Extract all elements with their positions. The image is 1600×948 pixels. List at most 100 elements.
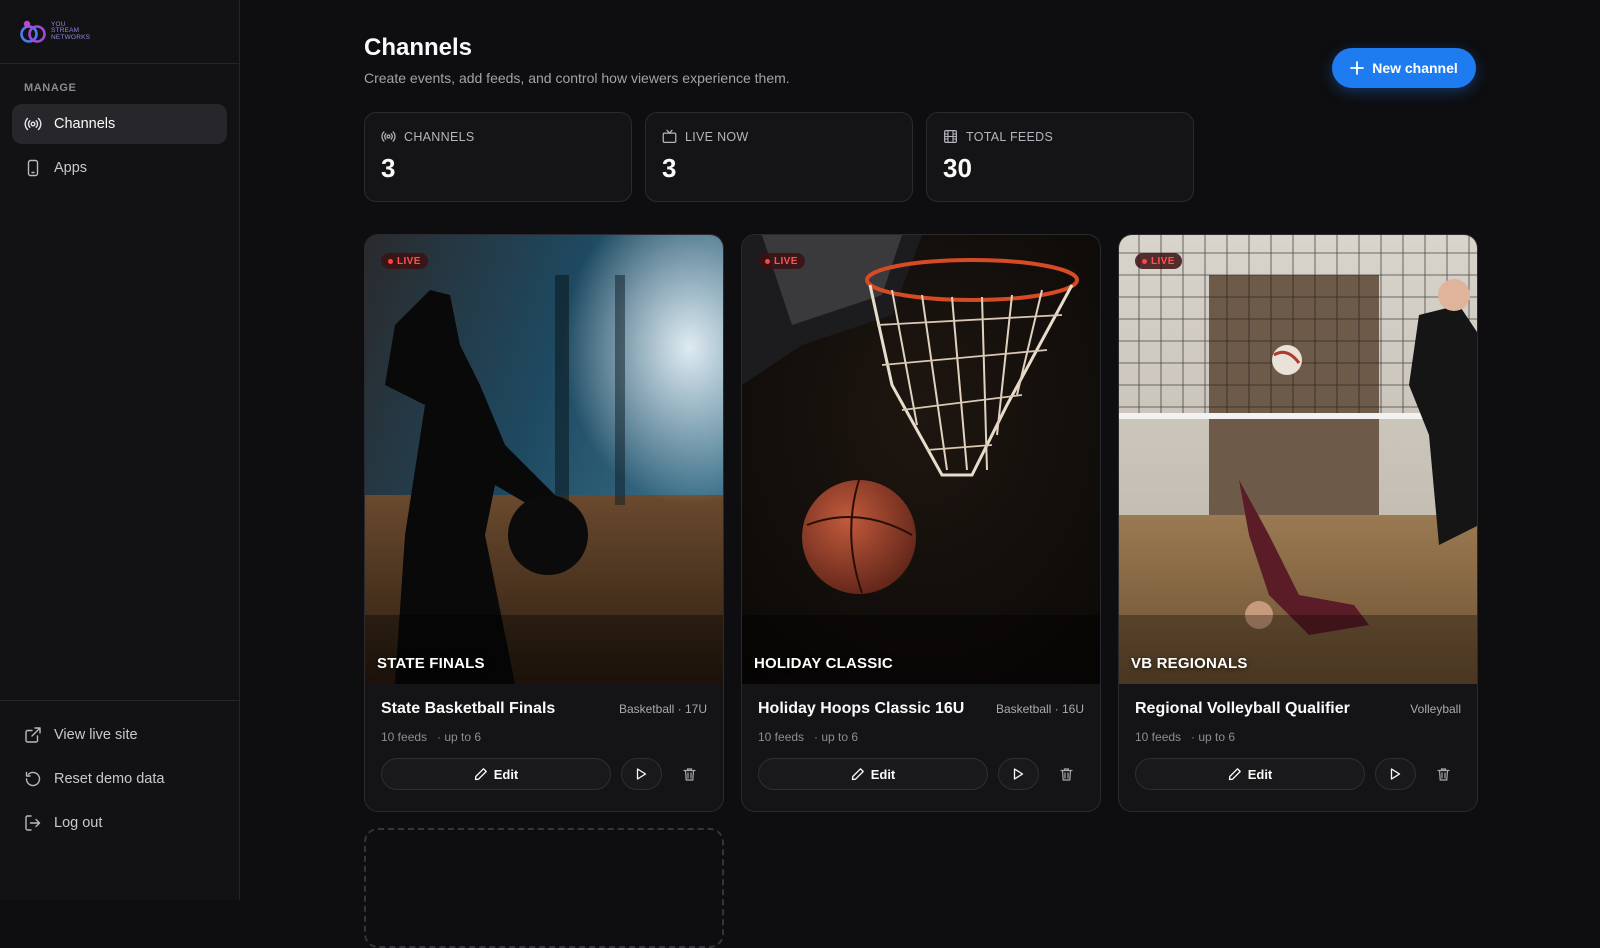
broadcast-icon xyxy=(24,117,42,131)
stats-row: CHANNELS 3 LIVE NOW 3 TOTAL FEEDS 30 xyxy=(364,112,1194,202)
live-badge: LIVE xyxy=(758,253,805,269)
delete-button[interactable] xyxy=(1049,758,1084,790)
channel-card[interactable]: LIVE VB REGIONALS Regional Volleyball Qu… xyxy=(1118,234,1478,812)
channel-name: Regional Volleyball Qualifier xyxy=(1135,700,1350,717)
main-content: Channels Create events, add feeds, and c… xyxy=(364,0,1478,948)
play-button[interactable] xyxy=(1374,758,1416,790)
sidebar-item-channels[interactable]: Channels xyxy=(12,104,227,144)
film-icon xyxy=(944,130,957,143)
basketball-player-image xyxy=(365,235,723,684)
trash-icon xyxy=(1437,767,1450,781)
page-subtitle: Create events, add feeds, and control ho… xyxy=(364,70,790,86)
new-channel-button[interactable]: New channel xyxy=(1332,48,1476,88)
new-channel-label: New channel xyxy=(1372,60,1458,76)
channel-tag: Volleyball xyxy=(1410,702,1461,716)
live-badge: LIVE xyxy=(381,253,428,269)
play-icon xyxy=(637,768,647,780)
live-dot-icon xyxy=(765,258,770,264)
tv-icon xyxy=(662,129,677,143)
delete-button[interactable] xyxy=(672,758,707,790)
sidebar-item-apps[interactable]: Apps xyxy=(12,148,227,188)
reset-icon xyxy=(25,771,41,787)
feed-limit: · up to 6 xyxy=(437,730,482,744)
channel-thumbnail[interactable]: LIVE VB REGIONALS xyxy=(1119,235,1477,684)
logo-row: YOU STREAM NETWORKS xyxy=(0,0,239,64)
brand-logo[interactable]: YOU STREAM NETWORKS xyxy=(18,19,91,45)
channel-thumbnail[interactable]: LIVE STATE FINALS xyxy=(365,235,723,684)
reset-demo-data-button[interactable]: Reset demo data xyxy=(12,759,227,799)
sidebar-item-label: Apps xyxy=(54,160,88,176)
feed-count: 10 feeds xyxy=(758,730,805,744)
sidebar-item-label: Log out xyxy=(54,815,103,831)
stat-value: 3 xyxy=(662,153,677,183)
play-button[interactable] xyxy=(620,758,662,790)
logout-icon xyxy=(25,815,41,831)
delete-button[interactable] xyxy=(1426,758,1461,790)
edit-label: Edit xyxy=(493,766,519,782)
live-badge-label: LIVE xyxy=(397,255,421,267)
card-body: Holiday Hoops Classic 16U Basketball · 1… xyxy=(742,684,1100,790)
card-meta: 10 feeds · up to 6 xyxy=(758,730,1084,744)
feed-count: 10 feeds xyxy=(1135,730,1182,744)
log-out-button[interactable]: Log out xyxy=(12,803,227,843)
pencil-icon xyxy=(474,768,487,781)
stat-label: CHANNELS xyxy=(404,129,475,144)
edit-label: Edit xyxy=(870,766,896,782)
edit-button[interactable]: Edit xyxy=(381,758,611,790)
view-live-site-link[interactable]: View live site xyxy=(12,715,227,755)
logo-mark-icon xyxy=(20,20,46,43)
external-link-icon xyxy=(25,727,41,743)
card-actions: Edit xyxy=(758,758,1084,790)
play-button[interactable] xyxy=(997,758,1039,790)
channel-thumbnail[interactable]: LIVE HOLIDAY CLASSIC xyxy=(742,235,1100,684)
edit-button[interactable]: Edit xyxy=(1135,758,1365,790)
sidebar-footer: View live site Reset demo data Log out xyxy=(0,700,239,900)
live-dot-icon xyxy=(1142,258,1147,264)
channel-tag: Basketball · 17U xyxy=(618,702,707,716)
card-actions: Edit xyxy=(1135,758,1461,790)
stat-label-row: CHANNELS xyxy=(381,129,615,144)
card-meta: 10 feeds · up to 6 xyxy=(381,730,707,744)
card-actions: Edit xyxy=(381,758,707,790)
stat-label: TOTAL FEEDS xyxy=(966,129,1054,144)
stat-label-row: LIVE NOW xyxy=(662,129,896,144)
broadcast-icon xyxy=(381,131,396,142)
feed-count: 10 feeds xyxy=(381,730,428,744)
stat-label: LIVE NOW xyxy=(685,129,749,144)
channel-card[interactable]: LIVE STATE FINALS State Basketball Final… xyxy=(364,234,724,812)
live-badge-label: LIVE xyxy=(774,255,798,267)
feed-limit: · up to 6 xyxy=(1191,730,1236,744)
thumbnail-title: STATE FINALS xyxy=(377,655,485,672)
page-title: Channels xyxy=(364,34,473,61)
sidebar-item-label: Reset demo data xyxy=(54,771,165,787)
plus-icon xyxy=(1350,61,1365,75)
live-dot-icon xyxy=(388,258,393,264)
stat-value: 30 xyxy=(943,153,972,183)
edit-button[interactable]: Edit xyxy=(758,758,988,790)
channel-card[interactable]: LIVE HOLIDAY CLASSIC Holiday Hoops Class… xyxy=(741,234,1101,812)
pencil-icon xyxy=(1228,768,1241,781)
sidebar-item-label: View live site xyxy=(54,727,138,743)
play-icon xyxy=(1391,768,1401,780)
nav-section-label: MANAGE xyxy=(24,82,77,94)
add-channel-placeholder[interactable] xyxy=(364,828,724,948)
edit-label: Edit xyxy=(1247,766,1273,782)
stat-label-row: TOTAL FEEDS xyxy=(943,129,1177,144)
live-badge: LIVE xyxy=(1135,253,1182,269)
sidebar-item-label: Channels xyxy=(54,116,116,132)
trash-icon xyxy=(683,767,696,781)
play-icon xyxy=(1014,768,1024,780)
channel-name: Holiday Hoops Classic 16U xyxy=(758,700,965,717)
trash-icon xyxy=(1060,767,1073,781)
pencil-icon xyxy=(851,768,864,781)
stat-value: 3 xyxy=(381,153,396,183)
stat-card-live-now: LIVE NOW 3 xyxy=(645,112,913,202)
brand-logo-text: YOU STREAM NETWORKS xyxy=(51,20,91,41)
channel-grid: LIVE STATE FINALS State Basketball Final… xyxy=(364,234,1478,812)
phone-icon xyxy=(27,159,39,177)
card-meta: 10 feeds · up to 6 xyxy=(1135,730,1461,744)
thumbnail-title: VB REGIONALS xyxy=(1131,655,1248,672)
channel-name: State Basketball Finals xyxy=(381,700,556,717)
thumbnail-title: HOLIDAY CLASSIC xyxy=(754,655,893,672)
card-header: Regional Volleyball Qualifier Volleyball xyxy=(1135,700,1461,718)
